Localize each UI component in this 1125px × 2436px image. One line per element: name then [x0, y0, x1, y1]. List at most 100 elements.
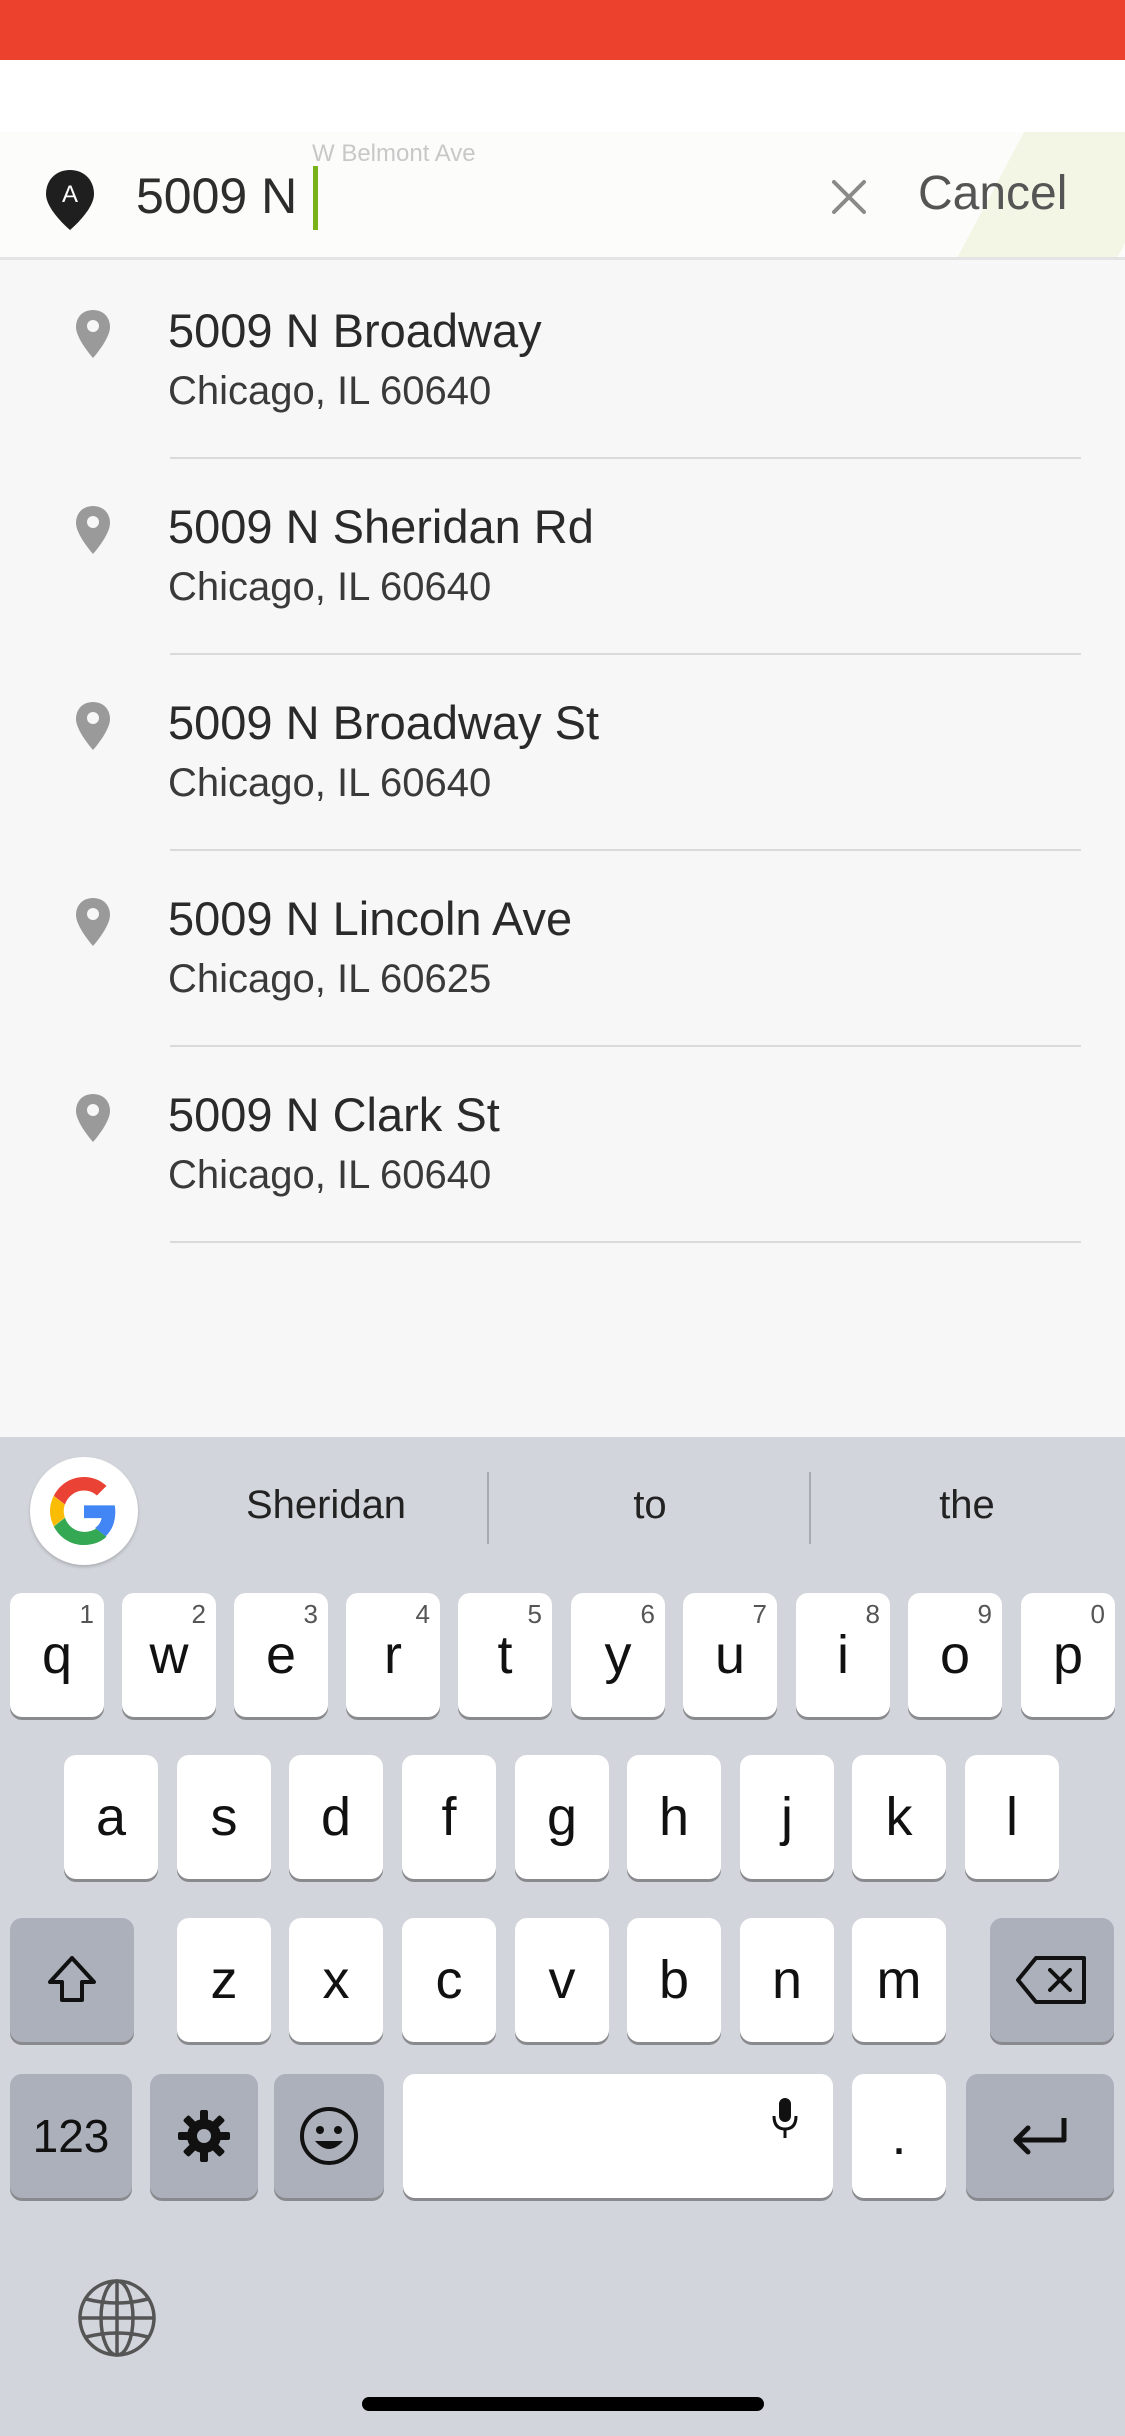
cancel-button[interactable]: Cancel	[918, 166, 1067, 221]
svg-text:A: A	[62, 181, 78, 208]
space-key[interactable]	[403, 2074, 833, 2198]
key-hint: 3	[303, 1599, 318, 1629]
results-list: 5009 N Broadway Chicago, IL 60640 5009 N…	[0, 263, 1125, 1243]
suggestion[interactable]: Sheridan	[166, 1467, 486, 1543]
result-city: Chicago, IL 60625	[168, 957, 492, 1001]
home-indicator[interactable]	[362, 2397, 764, 2411]
shift-icon	[48, 1956, 96, 2002]
microphone-icon	[772, 2098, 798, 2138]
backspace-key[interactable]	[990, 1918, 1114, 2042]
key-label: u	[714, 1625, 746, 1685]
return-key[interactable]	[966, 2074, 1114, 2198]
key-label: y	[604, 1625, 632, 1685]
result-street: 5009 N Broadway	[168, 304, 542, 357]
key-d[interactable]: d	[289, 1755, 383, 1879]
key-label: q	[41, 1625, 73, 1685]
divider	[809, 1472, 811, 1544]
key-b[interactable]: b	[627, 1918, 721, 2042]
key-hint: 4	[415, 1599, 430, 1629]
emoji-key[interactable]	[274, 2074, 384, 2198]
list-item[interactable]: 5009 N Sheridan Rd Chicago, IL 60640	[0, 459, 1125, 655]
emoji-icon	[300, 2107, 358, 2165]
key-c[interactable]: c	[402, 1918, 496, 2042]
key-n[interactable]: n	[740, 1918, 834, 2042]
key-q[interactable]: q1	[10, 1593, 104, 1717]
result-street: 5009 N Sheridan Rd	[168, 500, 594, 553]
key-o[interactable]: o9	[908, 1593, 1002, 1717]
key-l[interactable]: l	[965, 1755, 1059, 1879]
google-icon[interactable]	[30, 1457, 138, 1565]
key-e[interactable]: e3	[234, 1593, 328, 1717]
key-hint: 2	[191, 1599, 206, 1629]
key-g[interactable]: g	[515, 1755, 609, 1879]
key-r[interactable]: r4	[346, 1593, 440, 1717]
key-label: n	[771, 1950, 803, 2010]
result-street: 5009 N Broadway St	[168, 696, 600, 749]
key-hint: 1	[79, 1599, 94, 1629]
shift-key[interactable]	[10, 1918, 134, 2042]
key-hint: 9	[977, 1599, 992, 1629]
header-band	[0, 60, 1125, 132]
key-label: o	[939, 1625, 971, 1685]
key-h[interactable]: h	[627, 1755, 721, 1879]
keyboard: Sheridan to the q1 w2 e3 r4 t5 y6 u7 i8 …	[0, 1437, 1125, 2436]
numbers-key[interactable]: 123	[10, 2074, 132, 2198]
list-item[interactable]: 5009 N Lincoln Ave Chicago, IL 60625	[0, 851, 1125, 1047]
settings-key[interactable]	[150, 2074, 258, 2198]
result-city: Chicago, IL 60640	[168, 369, 492, 413]
status-bar	[0, 0, 1125, 60]
key-label: p	[1052, 1625, 1084, 1685]
location-pin-icon	[75, 897, 111, 947]
key-t[interactable]: t5	[458, 1593, 552, 1717]
key-j[interactable]: j	[740, 1755, 834, 1879]
globe-icon[interactable]	[76, 2277, 158, 2359]
key-label: l	[1006, 1787, 1018, 1847]
suggestion[interactable]: to	[490, 1467, 810, 1543]
key-label: v	[548, 1950, 576, 2010]
list-item[interactable]: 5009 N Broadway St Chicago, IL 60640	[0, 655, 1125, 851]
location-pin-icon	[75, 701, 111, 751]
key-x[interactable]: x	[289, 1918, 383, 2042]
key-label: .	[891, 2106, 907, 2166]
key-hint: 5	[527, 1599, 542, 1629]
key-label: x	[322, 1950, 350, 2010]
key-s[interactable]: s	[177, 1755, 271, 1879]
key-a[interactable]: a	[64, 1755, 158, 1879]
gear-icon	[178, 2110, 230, 2162]
key-m[interactable]: m	[852, 1918, 946, 2042]
key-label: i	[837, 1625, 849, 1685]
key-p[interactable]: p0	[1021, 1593, 1115, 1717]
result-city: Chicago, IL 60640	[168, 761, 492, 805]
key-i[interactable]: i8	[796, 1593, 890, 1717]
key-z[interactable]: z	[177, 1918, 271, 2042]
key-u[interactable]: u7	[683, 1593, 777, 1717]
result-city: Chicago, IL 60640	[168, 565, 492, 609]
key-hint: 6	[640, 1599, 655, 1629]
key-label: h	[658, 1787, 690, 1847]
suggestion[interactable]: the	[812, 1467, 1122, 1543]
close-icon[interactable]	[826, 174, 872, 220]
result-street: 5009 N Lincoln Ave	[168, 892, 573, 945]
list-item[interactable]: 5009 N Broadway Chicago, IL 60640	[0, 263, 1125, 459]
divider	[170, 1241, 1081, 1243]
divider	[487, 1472, 489, 1544]
search-input[interactable]	[136, 160, 796, 232]
key-v[interactable]: v	[515, 1918, 609, 2042]
key-label: a	[95, 1787, 127, 1847]
key-label: 123	[32, 2110, 110, 2162]
key-y[interactable]: y6	[571, 1593, 665, 1717]
key-k[interactable]: k	[852, 1755, 946, 1879]
key-hint: 7	[752, 1599, 767, 1629]
search-bar: W Belmont Ave A Cancel	[0, 132, 1125, 260]
backspace-icon	[1016, 1956, 1086, 2004]
key-f[interactable]: f	[402, 1755, 496, 1879]
key-label: c	[435, 1950, 463, 2010]
key-w[interactable]: w2	[122, 1593, 216, 1717]
key-label: j	[781, 1787, 793, 1847]
return-icon	[1013, 2118, 1067, 2155]
key-label: s	[210, 1787, 238, 1847]
list-item[interactable]: 5009 N Clark St Chicago, IL 60640	[0, 1047, 1125, 1243]
period-key[interactable]: .	[852, 2074, 946, 2198]
location-pin-icon: A	[44, 168, 96, 232]
key-label: f	[441, 1787, 457, 1847]
